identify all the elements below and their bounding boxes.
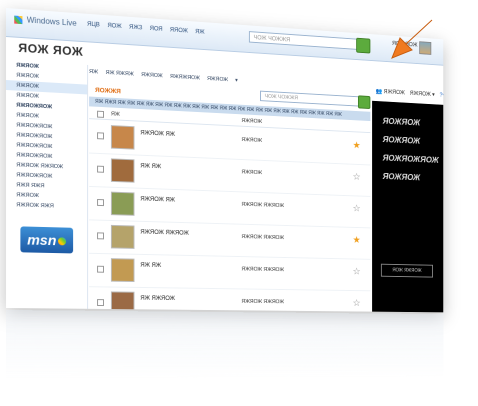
- msn-label: msn: [27, 231, 57, 249]
- star-icon[interactable]: ☆: [353, 298, 361, 308]
- star-icon[interactable]: ★: [353, 235, 361, 245]
- sender-name: ЯЖЯОЖ ЯЖ: [140, 196, 176, 204]
- app-window: Windows Live ЯЦВ ЯОЖ ЯЖЗ ЯОЯ ЯЯОЖ ЯЖ ЧОЖ…: [6, 8, 444, 313]
- ad-text: ЯОЖЯОЖ: [382, 171, 421, 183]
- row-checkbox[interactable]: [97, 165, 104, 173]
- row-checkbox[interactable]: [97, 265, 104, 273]
- star-icon[interactable]: ★: [353, 141, 361, 152]
- msn-logo[interactable]: msn: [20, 226, 74, 254]
- command-item[interactable]: ЯЖЯОЖ ▾: [410, 91, 435, 98]
- brand-logo[interactable]: Windows Live: [14, 15, 77, 28]
- stage: Windows Live ЯЦВ ЯОЖ ЯЖЗ ЯОЯ ЯЯОЖ ЯЖ ЧОЖ…: [0, 0, 478, 383]
- ad-button[interactable]: ЯОЖ ЯЖЯОЖ: [380, 263, 433, 278]
- nav-item[interactable]: ЯЦВ: [87, 22, 100, 29]
- contact-thumbnail: [110, 191, 135, 216]
- contact-thumbnail: [110, 224, 135, 249]
- sender-name: ЯЖ ЯЖ: [140, 262, 162, 269]
- subject: ЯЖЯОЖ: [241, 137, 263, 144]
- star-icon[interactable]: ☆: [353, 204, 361, 214]
- subject: ЯЖЯОЖ ЯЖЯОЖ: [241, 266, 285, 274]
- orange-arrow-icon: [391, 19, 433, 59]
- nav-item[interactable]: ЯЖ: [195, 29, 204, 35]
- star-icon[interactable]: ☆: [353, 172, 361, 183]
- ad-text: ЯОЖЯОЖ: [382, 134, 421, 146]
- nav-item[interactable]: ЯОЖ: [107, 23, 121, 30]
- search-input[interactable]: ЧОЖ ЧОЖЖЯ: [248, 31, 358, 50]
- ad-text: ЯОЖЯОЖ: [382, 116, 421, 128]
- column-subject[interactable]: ЯЖЯОЖ: [241, 116, 262, 127]
- top-nav: ЯЦВ ЯОЖ ЯЖЗ ЯОЯ ЯЯОЖ ЯЖ: [87, 22, 210, 36]
- sender-name: ЯЖЯОЖ ЯЖЯОЖ: [140, 229, 189, 237]
- select-all-checkbox[interactable]: [97, 110, 104, 118]
- toolbar-item[interactable]: ЯЖ ЯЖЯЖ: [106, 70, 134, 78]
- table-row[interactable]: ЯЖ ЯЖЯОЖ ЯЖЯОЖ ЯЖЯОЖ ☆: [89, 287, 371, 313]
- contact-thumbnail: [110, 258, 135, 283]
- toolbar-item[interactable]: ЯЖЯОЖ: [141, 72, 163, 79]
- sender-name: ЯЖЯОЖ ЯЖ: [140, 130, 176, 138]
- help-icon[interactable]: ?▾: [440, 93, 444, 99]
- command-bar: 👥 ЯЖЯОЖ ЯЖЯОЖ ▾ ?▾: [372, 82, 444, 105]
- folder-name: ЯОЖЖЯ: [95, 87, 121, 96]
- butterfly-icon: [58, 237, 67, 246]
- subject: ЯЖЯОЖ ЯЖЯОЖ: [241, 298, 285, 306]
- toolbar: ЯЖ ЯЖ ЯЖЯЖ ЯЖЯОЖ ЯЖЯЖЯОЖ ЯЖЯОЖ ▾: [89, 65, 370, 95]
- subject: ЯЖЯОЖ ЯЖЯОЖ: [241, 201, 285, 209]
- subject: ЯЖЯОЖ: [241, 169, 263, 177]
- ad-text: ЯОЖЯОЖЯОЖ: [382, 153, 439, 165]
- sender-name: ЯЖ ЯЖЯОЖ: [140, 295, 176, 302]
- column-from[interactable]: ЯЖ: [111, 109, 120, 119]
- search-button[interactable]: [356, 37, 371, 54]
- sidebar-item[interactable]: ЯЖЯОЖ ЯЖЯ: [6, 200, 87, 212]
- brand-label: Windows Live: [26, 15, 77, 28]
- message-list: ЯЖЯОЖ ЯЖ ЯЖЯОЖ ★ ЯЖ ЯЖ ЯЖЯОЖ ☆ ЯЖЯОЖ ЯЖ ЯЖЯОЖ Я…: [89, 120, 371, 313]
- table-row[interactable]: ЯЖ ЯЖ ЯЖЯОЖ ЯЖЯОЖ ☆: [89, 253, 371, 292]
- nav-item[interactable]: ЯОЯ: [150, 26, 163, 33]
- nav-item[interactable]: ЯЯОЖ: [170, 27, 188, 34]
- page-title: ЯОЖ ЯОЖ: [18, 40, 84, 59]
- row-checkbox[interactable]: [97, 198, 104, 207]
- filter-button[interactable]: [357, 95, 371, 110]
- subject: ЯЖЯОЖ ЯЖЯОЖ: [241, 234, 285, 241]
- people-icon[interactable]: 👥: [376, 89, 383, 95]
- contact-thumbnail: [110, 158, 135, 183]
- star-icon[interactable]: ☆: [353, 267, 361, 277]
- nav-item[interactable]: ЯЖЗ: [129, 25, 142, 32]
- row-checkbox[interactable]: [97, 132, 104, 140]
- toolbar-item[interactable]: ЯЖ: [89, 69, 98, 75]
- row-checkbox[interactable]: [97, 299, 104, 307]
- sender-name: ЯЖ ЯЖ: [140, 163, 162, 171]
- windows-flag-icon: [14, 15, 23, 25]
- sidebar: ЯЖЯОЖ ЯЖЯОЖ ЯЖЯОЖ ЯЖЯОЖ ЯЖЯОЖЯОЖ ЯЖЯОЖ ЯЖЯОЖЯО…: [6, 60, 89, 309]
- toolbar-item[interactable]: ЯЖЯЖЯОЖ: [170, 74, 200, 82]
- row-checkbox[interactable]: [97, 232, 104, 240]
- reflection: [6, 310, 444, 380]
- command-item[interactable]: ЯЖЯОЖ: [384, 89, 405, 96]
- toolbar-item[interactable]: ЯЖЯОЖ: [207, 76, 228, 83]
- contact-thumbnail: [110, 291, 135, 313]
- toolbar-item[interactable]: ▾: [235, 78, 238, 84]
- ad-panel: ЯОЖЯОЖ ЯОЖЯОЖ ЯОЖЯОЖЯОЖ ЯОЖЯОЖ: [372, 82, 444, 313]
- contact-thumbnail: [110, 125, 135, 150]
